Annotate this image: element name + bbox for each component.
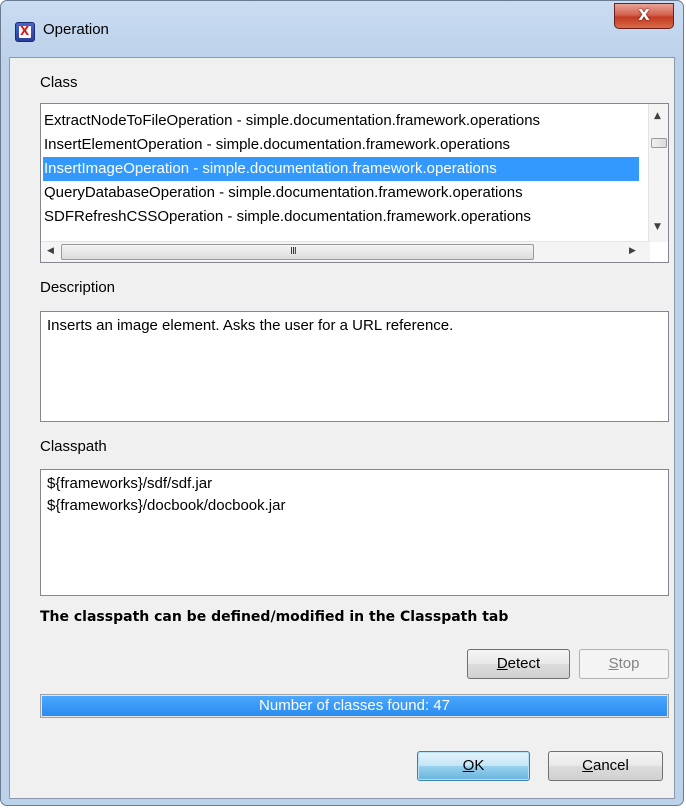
description-text: Inserts an image element. Asks the user …: [47, 317, 454, 334]
vertical-scroll-thumb[interactable]: [651, 138, 667, 148]
classpath-note: The classpath can be defined/modified in…: [40, 609, 509, 625]
dialog-content: Class ExtractNodeToFileOperation - simpl…: [9, 57, 675, 799]
ok-button[interactable]: OK: [417, 751, 530, 781]
close-icon: X: [638, 6, 650, 24]
class-list-item[interactable]: QueryDatabaseOperation - simple.document…: [43, 181, 639, 205]
classpath-text-area[interactable]: ${frameworks}/sdf/sdf.jar ${frameworks}/…: [40, 469, 669, 596]
scroll-grip-icon: III: [290, 246, 297, 257]
class-list-item[interactable]: SDFRefreshCSSOperation - simple.document…: [43, 205, 639, 229]
classpath-entry: ${frameworks}/sdf/sdf.jar: [47, 475, 213, 492]
description-label: Description: [40, 279, 116, 296]
horizontal-scroll-thumb[interactable]: III: [61, 244, 534, 260]
description-text-area: Inserts an image element. Asks the user …: [40, 311, 669, 422]
class-label: Class: [40, 74, 78, 91]
vertical-scrollbar[interactable]: ▲ ▼: [648, 104, 668, 242]
progress-text: Number of classes found: 47: [259, 697, 450, 714]
classpath-label: Classpath: [40, 438, 107, 455]
scroll-up-icon[interactable]: ▲: [654, 111, 661, 121]
scroll-left-icon[interactable]: ◀: [47, 246, 54, 256]
class-list-item[interactable]: InsertElementOperation - simple.document…: [43, 133, 639, 157]
class-list-item-selected[interactable]: InsertImageOperation - simple.documentat…: [43, 157, 639, 181]
horizontal-scrollbar[interactable]: ◀ III ▶: [41, 241, 650, 262]
scroll-down-icon[interactable]: ▼: [654, 222, 661, 232]
cancel-button[interactable]: Cancel: [548, 751, 663, 781]
window-title: Operation: [43, 21, 109, 38]
class-list-item[interactable]: ExtractNodeToFileOperation - simple.docu…: [43, 109, 639, 133]
class-list[interactable]: ExtractNodeToFileOperation - simple.docu…: [40, 103, 669, 263]
title-bar[interactable]: Operation X: [1, 1, 683, 57]
progress-bar: Number of classes found: 47: [40, 694, 669, 718]
stop-button[interactable]: Stop: [579, 649, 669, 679]
scroll-right-icon[interactable]: ▶: [629, 246, 636, 256]
classpath-entry: ${frameworks}/docbook/docbook.jar: [47, 497, 286, 514]
app-logo-icon: [15, 22, 35, 42]
operation-dialog: Operation X Class ExtractNodeToFileOpera…: [0, 0, 684, 806]
detect-button[interactable]: Detect: [467, 649, 570, 679]
close-button[interactable]: X: [614, 3, 674, 29]
